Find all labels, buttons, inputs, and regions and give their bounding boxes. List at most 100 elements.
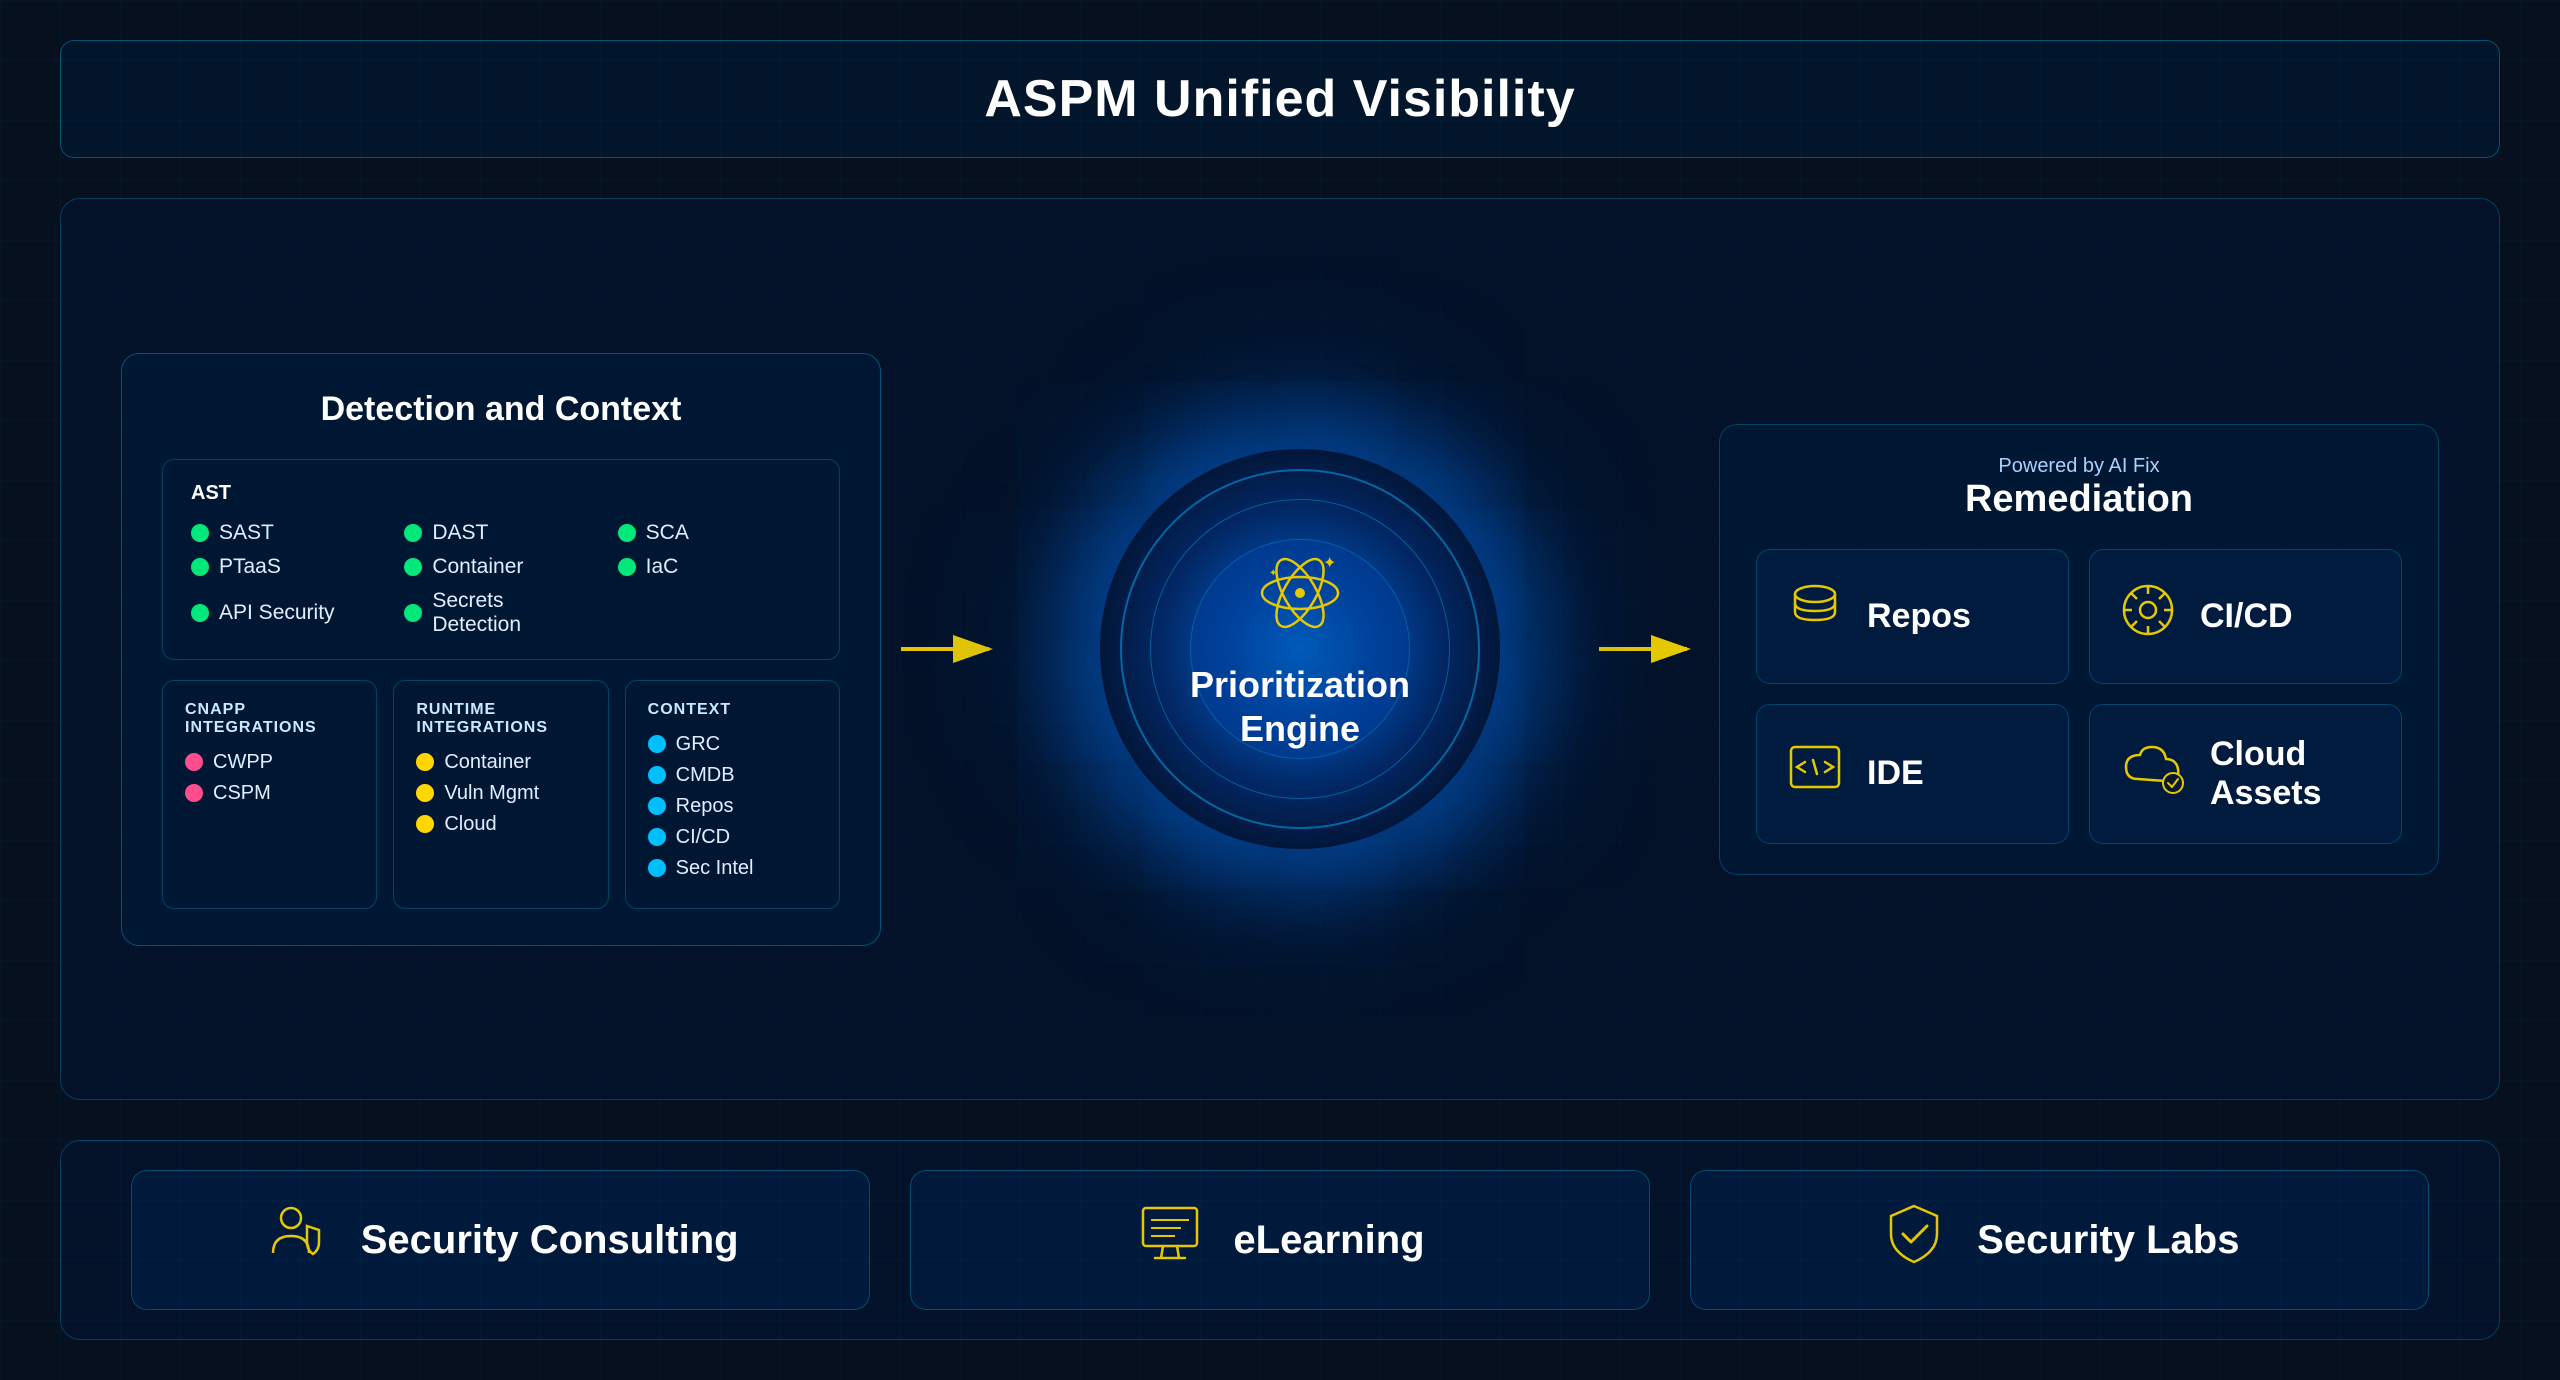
dot-yellow-cloud (416, 815, 434, 833)
dot-yellow-container (416, 753, 434, 771)
bottom-card-security-labs: Security Labs (1690, 1170, 2429, 1310)
grc-label: GRC (676, 733, 720, 756)
ast-iac-label: IaC (646, 555, 679, 579)
context-grc: GRC (648, 733, 817, 756)
cicd-label: CI/CD (2200, 597, 2293, 636)
remediation-title: Remediation (1756, 478, 2402, 521)
arrow-right-svg (1599, 619, 1699, 679)
context-box: CONTEXT GRC CMDB Repos (625, 680, 840, 909)
context-cicd-label: CI/CD (676, 826, 730, 849)
dot-blue-cmdb (648, 766, 666, 784)
ast-grid: SAST DAST SCA PTaaS (191, 521, 811, 637)
dot-pink-cspm (185, 784, 203, 802)
dot-blue-cicd (648, 828, 666, 846)
cnapp-cwpp: CWPP (185, 751, 354, 774)
security-consulting-label: Security Consulting (361, 1218, 739, 1263)
bottom-card-security-consulting: Security Consulting (131, 1170, 870, 1310)
rem-card-cicd: CI/CD (2089, 549, 2402, 684)
remediation-grid: Repos CI/CD (1756, 549, 2402, 844)
context-repos-label: Repos (676, 795, 734, 818)
svg-text:✦: ✦ (1323, 555, 1336, 572)
vuln-mgmt-label: Vuln Mgmt (444, 782, 539, 805)
dot-blue-secintel (648, 859, 666, 877)
context-cicd: CI/CD (648, 826, 817, 849)
svg-text:✦: ✦ (1269, 568, 1277, 579)
bottom-boxes: CNAPP INTEGRATIONS CWPP CSPM RUNTIME INT… (162, 680, 840, 909)
ast-api-label: API Security (219, 601, 335, 625)
ast-sca-label: SCA (646, 521, 689, 545)
middle-row: Detection and Context AST SAST DAST (60, 198, 2500, 1100)
ast-sast-label: SAST (219, 521, 274, 545)
rem-card-repos: Repos (1756, 549, 2069, 684)
arrow-left-container (881, 619, 1021, 679)
engine-circle: ✦ ✦ Prioritization Engine (1100, 449, 1500, 849)
engine-center: ✦ ✦ Prioritization Engine (1021, 449, 1579, 849)
context-secintel: Sec Intel (648, 857, 817, 880)
ast-item-api-security: API Security (191, 589, 384, 637)
cicd-icon (2118, 580, 2178, 653)
dot-yellow-vuln (416, 784, 434, 802)
dot-pink-cwpp (185, 753, 203, 771)
repos-label: Repos (1867, 597, 1971, 636)
cnapp-box: CNAPP INTEGRATIONS CWPP CSPM (162, 680, 377, 909)
dot-green-dast (404, 524, 422, 542)
ide-icon (1785, 737, 1845, 810)
runtime-box: RUNTIME INTEGRATIONS Container Vuln Mgmt… (393, 680, 608, 909)
arrow-left-svg (901, 619, 1001, 679)
ast-secrets-label: Secrets Detection (432, 589, 597, 637)
cnapp-cspm: CSPM (185, 782, 354, 805)
elearning-icon (1135, 1198, 1205, 1283)
repos-icon (1785, 580, 1845, 653)
page-title: ASPM Unified Visibility (121, 69, 2439, 129)
runtime-cloud-label: Cloud (444, 813, 496, 836)
cloud-assets-icon (2118, 737, 2188, 810)
ast-ptaas-label: PTaaS (219, 555, 281, 579)
ast-item-ptaas: PTaaS (191, 555, 384, 579)
bottom-row: Security Consulting eLearn (60, 1140, 2500, 1340)
dot-green-secrets (404, 604, 422, 622)
rem-card-cloud: CloudAssets (2089, 704, 2402, 844)
detection-heading: Detection and Context (162, 390, 840, 429)
ast-container-label: Container (432, 555, 523, 579)
security-consulting-icon (263, 1198, 333, 1283)
security-labs-label: Security Labs (1977, 1218, 2239, 1263)
remediation-subtitle: Powered by AI Fix (1756, 455, 2402, 478)
ast-item-secrets-detection: Secrets Detection (404, 589, 597, 637)
runtime-container: Container (416, 751, 585, 774)
context-title: CONTEXT (648, 701, 817, 719)
ast-section: AST SAST DAST SCA (162, 459, 840, 660)
detection-panel: Detection and Context AST SAST DAST (121, 353, 881, 946)
rem-card-ide: IDE (1756, 704, 2069, 844)
runtime-title: RUNTIME INTEGRATIONS (416, 701, 585, 737)
dot-green-container (404, 558, 422, 576)
title-bar: ASPM Unified Visibility (60, 40, 2500, 158)
dot-green-sast (191, 524, 209, 542)
ide-label: IDE (1867, 754, 1924, 793)
dot-green-ptaas (191, 558, 209, 576)
ast-dast-label: DAST (432, 521, 488, 545)
arrow-right-container (1579, 619, 1719, 679)
bottom-card-elearning: eLearning (910, 1170, 1649, 1310)
remediation-header: Powered by AI Fix Remediation (1756, 455, 2402, 521)
cloud-assets-label: CloudAssets (2210, 735, 2322, 813)
runtime-cloud: Cloud (416, 813, 585, 836)
runtime-vuln: Vuln Mgmt (416, 782, 585, 805)
context-cmdb: CMDB (648, 764, 817, 787)
ast-item-sca: SCA (618, 521, 811, 545)
cspm-label: CSPM (213, 782, 271, 805)
page-wrapper: ASPM Unified Visibility Detection and Co… (0, 0, 2560, 1380)
cnapp-title: CNAPP INTEGRATIONS (185, 701, 354, 737)
remediation-panel: Powered by AI Fix Remediation (1719, 424, 2439, 875)
engine-content: ✦ ✦ Prioritization Engine (1190, 548, 1410, 749)
dot-blue-repos (648, 797, 666, 815)
dot-blue-grc (648, 735, 666, 753)
ast-item-dast: DAST (404, 521, 597, 545)
sec-intel-label: Sec Intel (676, 857, 754, 880)
ast-item-sast: SAST (191, 521, 384, 545)
cmdb-label: CMDB (676, 764, 735, 787)
engine-label: Prioritization Engine (1190, 663, 1410, 749)
security-labs-icon (1879, 1198, 1949, 1283)
elearning-label: eLearning (1233, 1218, 1424, 1263)
dot-green-api (191, 604, 209, 622)
cwpp-label: CWPP (213, 751, 273, 774)
